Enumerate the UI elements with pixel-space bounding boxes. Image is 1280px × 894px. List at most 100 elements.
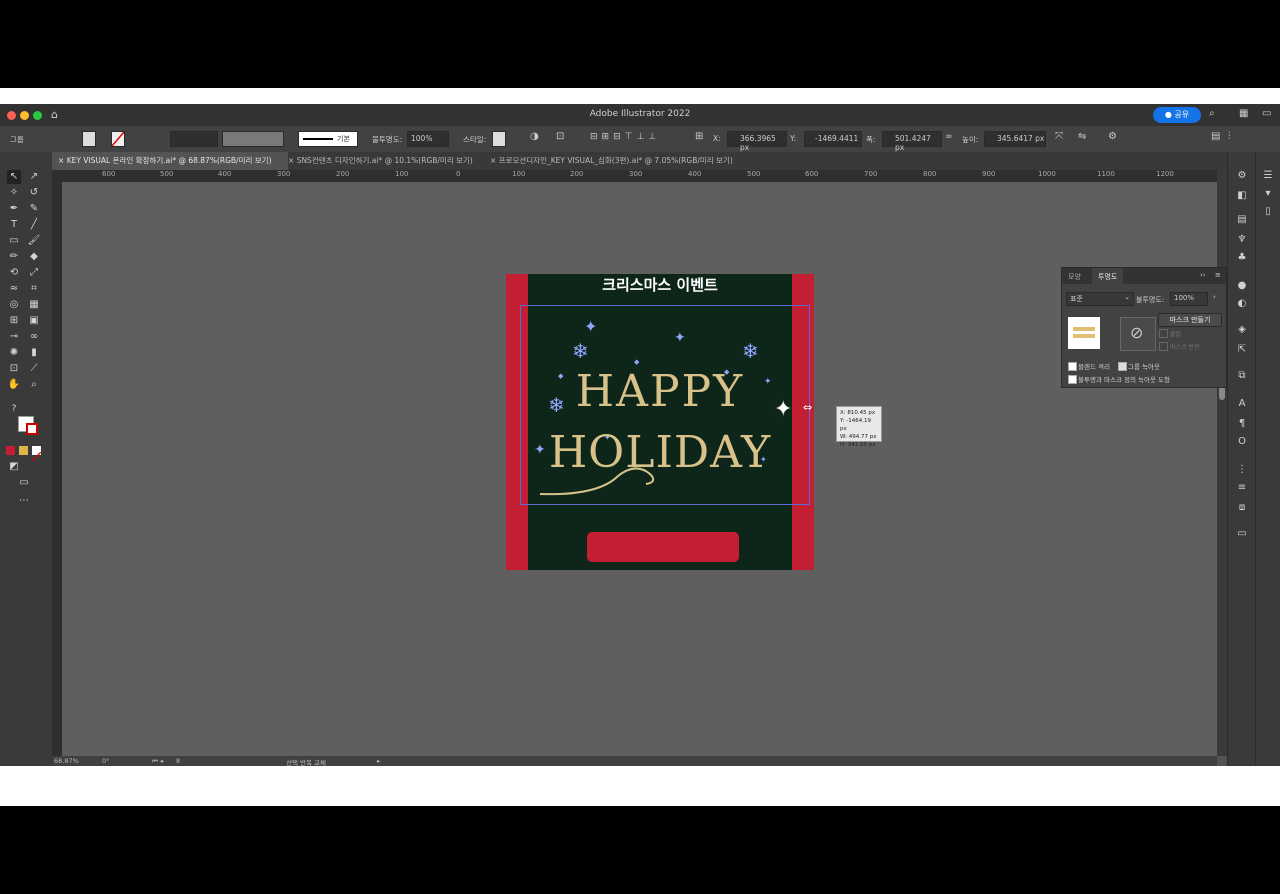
free-transform-icon[interactable]: ⌗ (27, 282, 41, 296)
selection-tool-icon[interactable]: ↖ (7, 170, 21, 184)
tab-promotion-design[interactable]: × 프로모션디자인_KEY VISUAL_심화(3편).ai* @ 7.05%(… (484, 152, 790, 170)
lasso-icon[interactable]: ↺ (27, 186, 41, 200)
eyedropper-icon[interactable]: ⊸ (7, 330, 21, 344)
pathfinder-icon[interactable]: ⧉ (1236, 370, 1248, 382)
collapse-panel-icon[interactable]: ›› (1200, 271, 1206, 279)
export-icon[interactable]: ⇱ (1236, 344, 1248, 356)
distribute-icon[interactable]: ≡ (1236, 482, 1248, 494)
more-options-icon[interactable]: ⫶ (1228, 131, 1231, 142)
variable-width-profile[interactable] (222, 131, 284, 147)
workspace-icon[interactable]: ▦ (1239, 108, 1248, 119)
reference-point-icon[interactable]: ⊞ (695, 131, 703, 142)
recolor-icon[interactable]: ◑ (530, 131, 539, 142)
vertical-scrollbar[interactable] (1217, 170, 1227, 756)
slice-tool-icon[interactable]: ⟋ (27, 362, 41, 376)
isolate-blending-checkbox[interactable] (1068, 362, 1077, 371)
comments-icon[interactable]: ▾ (1262, 188, 1274, 200)
hand-tool-icon[interactable]: ✋ (7, 378, 21, 392)
blend-mode-select[interactable]: 표준 ⌄ (1066, 292, 1134, 306)
close-tab-icon[interactable]: × (288, 156, 294, 165)
align-panel-icon[interactable]: ⋮ (1236, 464, 1248, 476)
close-tab-icon[interactable]: × (490, 156, 496, 165)
invert-mask-checkbox[interactable] (1159, 342, 1168, 351)
character-icon[interactable]: A (1236, 398, 1248, 410)
pencil-icon[interactable]: ✏ (7, 250, 21, 264)
pen-tool-icon[interactable]: ✒ (7, 202, 21, 216)
magic-wand-icon[interactable]: ✧ (7, 186, 21, 200)
symbol-sprayer-icon[interactable]: ✺ (7, 346, 21, 360)
paintbrush-icon[interactable]: 🖌 (27, 234, 41, 248)
opacity-arrow-icon[interactable]: › (1213, 293, 1216, 301)
graphic-style-swatch[interactable] (492, 131, 506, 147)
properties-icon[interactable]: ⚙ (1108, 131, 1117, 142)
w-field[interactable]: 501.4247 px (882, 131, 942, 152)
rotation-value[interactable]: 0° (102, 757, 109, 765)
panel-menu-icon[interactable]: ≡ (1215, 271, 1221, 279)
libraries-icon[interactable]: ▤ (1236, 214, 1248, 226)
tab-appearance[interactable]: 모양 (1068, 272, 1081, 282)
event-heading[interactable]: 크리스마스 이벤트 (506, 274, 814, 295)
paragraph-icon[interactable]: ¶ (1236, 418, 1248, 430)
transform-panel-icon[interactable]: ⧈ (1236, 502, 1248, 514)
artboard[interactable]: 크리스마스 이벤트 ❄ ❄ ❄ ✦ ✦ ✦ ✦ ✦ ✦ ◆ ◆ ◆ ✦ HAPP… (506, 274, 814, 570)
color-mode-icon[interactable] (6, 446, 15, 455)
transform-icon[interactable]: ⤧ (1055, 131, 1063, 142)
mask-thumbnail[interactable]: ⊘ (1120, 317, 1156, 351)
perspective-grid-icon[interactable]: ▦ (27, 298, 41, 312)
tab-sns-content[interactable]: × SNS컨텐츠 디자인하기.ai* @ 10.1%(RGB/미리 보기) (282, 152, 488, 170)
graph-tool-icon[interactable]: ▮ (27, 346, 41, 360)
cta-button-shape[interactable] (587, 532, 739, 562)
y-field[interactable]: -1469.4411 (804, 131, 862, 147)
gradient-panel-icon[interactable]: ▭ (1236, 528, 1248, 540)
close-tab-icon[interactable]: × (58, 156, 64, 165)
fill-swatch[interactable] (82, 131, 96, 147)
make-mask-button[interactable]: 마스크 만들기 (1158, 313, 1222, 327)
blend-tool-icon[interactable]: ∞ (27, 330, 41, 344)
opacity-mask-define-checkbox[interactable] (1068, 375, 1077, 384)
type-tool-icon[interactable]: T (7, 218, 21, 232)
panel-opacity-field[interactable]: 100% (1170, 292, 1208, 306)
panel-toggle-icon[interactable]: ▭ (1262, 108, 1271, 119)
document-info-icon[interactable]: ◧ (1236, 190, 1248, 202)
object-thumbnail[interactable] (1068, 317, 1100, 349)
arrange-documents-icon[interactable]: ▤ (1211, 131, 1220, 142)
rectangle-tool-icon[interactable]: ▭ (7, 234, 21, 248)
shape-builder-icon[interactable]: ◎ (7, 298, 21, 312)
curvature-tool-icon[interactable]: ✎ (27, 202, 41, 216)
knockout-group-checkbox[interactable] (1118, 362, 1127, 371)
settings-icon[interactable]: ☰ (1262, 170, 1274, 182)
help-icon[interactable]: ? (7, 402, 21, 416)
line-tool-icon[interactable]: ╱ (27, 218, 41, 232)
none-mode-icon[interactable] (31, 446, 42, 462)
brushes-icon[interactable]: ♆ (1236, 234, 1248, 246)
eraser-icon[interactable]: ◆ (27, 250, 41, 264)
properties-panel-icon[interactable]: ⚙ (1236, 170, 1248, 182)
warp-tool-icon[interactable]: ≈ (7, 282, 21, 296)
search-icon[interactable]: ⌕ (1209, 108, 1215, 119)
brush-definition[interactable]: 기본 (298, 131, 358, 147)
screen-mode-icon[interactable]: ▭ (17, 476, 31, 490)
draw-mode-icon[interactable]: ◩ (7, 460, 21, 474)
link-icon[interactable]: ∞ (945, 132, 953, 142)
flip-icon[interactable]: ⇋ (1078, 131, 1086, 142)
zoom-tool-icon[interactable]: ⌕ (27, 378, 41, 392)
direct-selection-tool-icon[interactable]: ↗ (27, 170, 41, 184)
gradient-mode-icon[interactable] (19, 446, 28, 455)
artboard-tool-icon[interactable]: ⊡ (7, 362, 21, 376)
status-arrow-icon[interactable]: ▸ (377, 757, 380, 765)
scale-tool-icon[interactable]: ⤢ (27, 266, 41, 280)
opentype-icon[interactable]: O (1236, 436, 1248, 448)
layers-icon[interactable]: ◈ (1236, 324, 1248, 336)
stroke-weight-field[interactable] (170, 131, 218, 147)
learn-icon[interactable]: ▯ (1262, 206, 1274, 218)
h-field[interactable]: 345.6417 px (984, 131, 1046, 147)
zoom-level[interactable]: 68.87% (54, 757, 79, 765)
artboard-nav-icon[interactable]: ⏮ ◂ (152, 757, 163, 766)
edit-toolbar-icon[interactable]: ⋯ (17, 494, 31, 508)
tab-key-visual[interactable]: × KEY VISUAL 온라인 확장하기.ai* @ 68.87%(RGB/미… (52, 152, 288, 170)
symbols-icon[interactable]: ♣ (1236, 252, 1248, 264)
tab-transparency[interactable]: 투명도 (1092, 268, 1124, 286)
stroke-color-box[interactable] (26, 423, 38, 435)
appearance-icon[interactable]: ● (1236, 280, 1248, 292)
scroll-thumb[interactable] (1219, 386, 1225, 400)
